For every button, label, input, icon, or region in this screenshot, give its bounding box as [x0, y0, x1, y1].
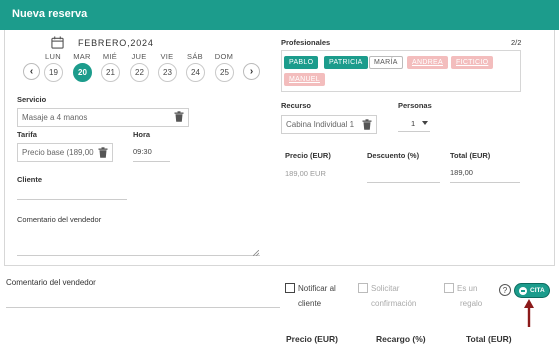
servicio-field[interactable]: Masaje a 4 manos [17, 108, 189, 127]
trash-icon[interactable] [362, 119, 372, 130]
comentario-label: Comentario del vendedor [17, 215, 102, 224]
total-input[interactable]: 189,00 [450, 168, 520, 183]
comentario-textarea[interactable] [17, 228, 260, 256]
trash-icon[interactable] [98, 147, 108, 158]
day-23[interactable]: 23 [158, 63, 177, 82]
regalo-checkbox[interactable] [444, 283, 454, 293]
descuento-input[interactable] [367, 168, 440, 183]
recurso-value: Cabina Individual 1 [286, 120, 355, 129]
trash-icon[interactable] [174, 111, 184, 122]
dow-label: JUE [131, 52, 147, 61]
minus-circle-icon [519, 286, 527, 295]
recurso-label: Recurso [281, 101, 312, 110]
day-25[interactable]: 25 [215, 63, 234, 82]
chip-pablo[interactable]: PABLO [284, 56, 319, 69]
tarifa-value: Precio base (189,00 [22, 148, 94, 157]
day-19[interactable]: 19 [44, 63, 63, 82]
bottom-comentario-label: Comentario del vendedor [6, 278, 96, 287]
servicio-label: Servicio [17, 95, 47, 104]
regalo-label-1: Es un [457, 284, 478, 293]
day-21[interactable]: 21 [101, 63, 120, 82]
hora-label: Hora [133, 130, 151, 139]
dow-label: MAR [73, 52, 91, 61]
chip-maria[interactable]: MARÍA [369, 56, 403, 69]
footer-recargo-label: Recargo (%) [376, 334, 426, 344]
chevron-left-icon: ‹ [29, 66, 34, 77]
prev-week-button[interactable]: ‹ [23, 63, 40, 80]
dow-label: SÁB [187, 52, 203, 61]
descuento-label: Descuento (%) [367, 151, 420, 160]
profesionales-label: Profesionales [281, 38, 331, 47]
footer-total-label: Total (EUR) [466, 334, 512, 344]
dow-label: DOM [214, 52, 234, 61]
servicio-value: Masaje a 4 manos [22, 113, 88, 122]
calendar-month: FEBRERO,2024 [78, 38, 154, 48]
day-22[interactable]: 22 [130, 63, 149, 82]
chip-ficticio[interactable]: FICTICIO [451, 56, 494, 69]
solicitar-label-1: Solicitar [371, 284, 400, 293]
solicitar-label-2: confirmación [371, 299, 417, 308]
chip-patricia[interactable]: PATRICIA [324, 56, 368, 69]
chip-manuel[interactable]: MANUEL [284, 73, 325, 86]
notificar-label-1: Notificar al [298, 284, 336, 293]
cita-label: CITA [530, 287, 545, 294]
caret-down-icon [422, 121, 428, 125]
cliente-label: Cliente [17, 175, 43, 184]
precio-label: Precio (EUR) [285, 151, 331, 160]
footer-precio-label: Precio (EUR) [286, 334, 338, 344]
help-icon[interactable]: ? [499, 284, 511, 296]
modal-title: Nueva reserva [12, 8, 88, 20]
day-24[interactable]: 24 [186, 63, 205, 82]
day-20-selected[interactable]: 20 [73, 63, 92, 82]
tarifa-label: Tarifa [17, 130, 37, 139]
precio-value: 189,00 EUR [285, 169, 326, 178]
hora-field[interactable]: 09:30 [133, 147, 170, 162]
total-label: Total (EUR) [450, 151, 491, 160]
bottom-comentario-input[interactable] [6, 292, 280, 308]
regalo-label-2: regalo [460, 299, 483, 308]
profesionales-count: 2/2 [511, 38, 522, 47]
personas-value: 1 [411, 119, 416, 128]
next-week-button[interactable]: › [243, 63, 260, 80]
chevron-right-icon: › [249, 66, 254, 77]
chip-andrea[interactable]: ANDREA [407, 56, 448, 69]
calendar-icon[interactable] [51, 36, 64, 49]
dow-label: LUN [45, 52, 61, 61]
dow-label: MIÉ [102, 52, 118, 61]
resize-handle-icon[interactable] [253, 250, 259, 256]
solicitar-checkbox[interactable] [358, 283, 368, 293]
personas-label: Personas [398, 101, 432, 110]
arrow-up-icon [524, 299, 534, 327]
notificar-label-2: cliente [298, 299, 322, 308]
cliente-input[interactable] [17, 190, 127, 200]
add-cita-button[interactable]: CITA [514, 283, 550, 298]
dow-label: VIE [160, 52, 174, 61]
notificar-checkbox[interactable] [285, 283, 295, 293]
